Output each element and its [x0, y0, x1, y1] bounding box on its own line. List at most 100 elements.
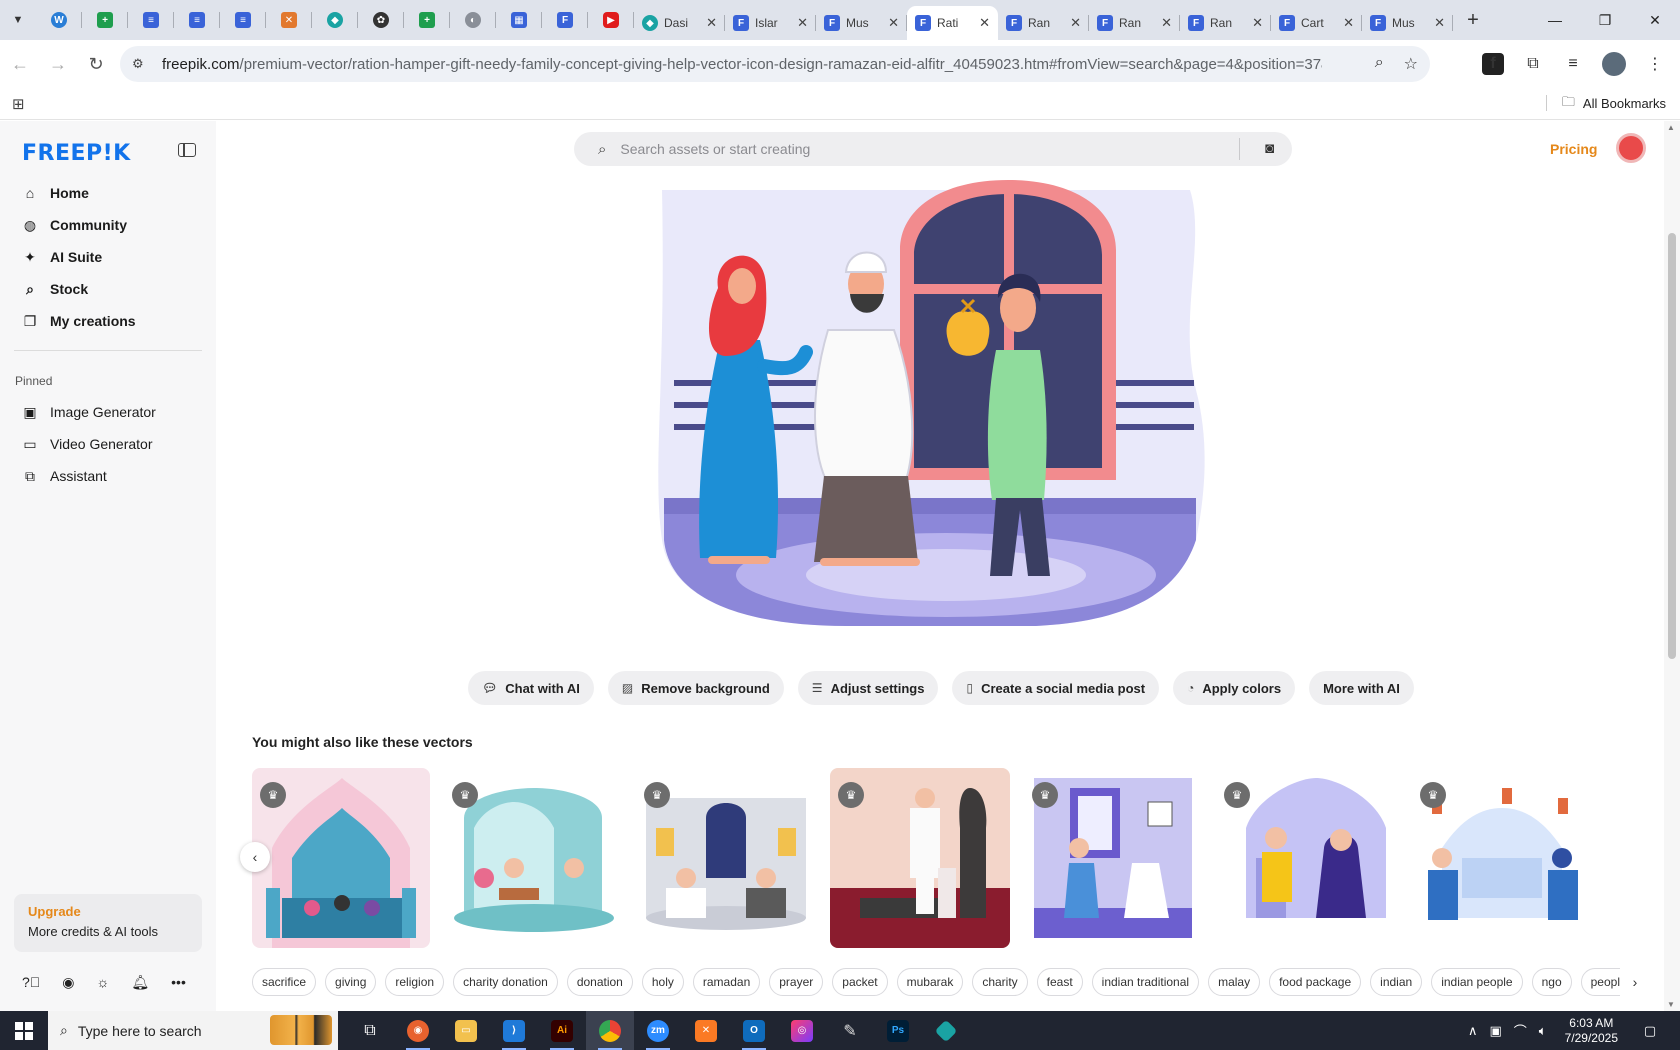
related-vector-thumbnail[interactable]: ♛ — [252, 768, 430, 948]
sidebar-item-home[interactable]: ⌂ Home — [0, 177, 216, 209]
browser-tab[interactable]: F Ran ✕ — [998, 6, 1089, 40]
browser-tab[interactable]: ◆ Dasi ✕ — [634, 6, 725, 40]
tag-chip[interactable]: food package — [1269, 968, 1362, 996]
zoom-icon[interactable]: ⌕ — [1375, 54, 1384, 74]
search-bar[interactable]: ⌕ ◙ — [574, 132, 1292, 166]
tag-chip[interactable]: charity — [972, 968, 1028, 996]
related-vector-thumbnail[interactable]: ♛ — [1216, 768, 1398, 948]
restore-icon[interactable]: ❐ — [1580, 0, 1630, 40]
browser-tab-active[interactable]: F Rati ✕ — [907, 6, 998, 40]
taskbar-app-zoom[interactable]: zm — [634, 1011, 682, 1050]
tray-overflow-icon[interactable]: ∧ — [1468, 1023, 1478, 1039]
adjust-settings-button[interactable]: ☰ Adjust settings — [797, 671, 939, 705]
tab-close-icon[interactable]: ✕ — [706, 15, 717, 31]
tag-chip[interactable]: ramadan — [692, 968, 761, 996]
tag-chip[interactable]: indian people — [1431, 968, 1523, 996]
collapse-sidebar-icon[interactable] — [178, 143, 196, 157]
tag-chip[interactable]: malay — [1208, 968, 1261, 996]
browser-tab[interactable]: F Islar ✕ — [725, 6, 816, 40]
user-avatar[interactable] — [1616, 133, 1646, 163]
wifi-icon[interactable]: ⌒ — [1514, 1021, 1527, 1040]
pinned-tab[interactable]: ▦ — [496, 0, 542, 40]
related-vector-thumbnail[interactable]: ♛ — [636, 768, 816, 948]
more-options-icon[interactable]: ••• — [171, 974, 186, 990]
tab-close-icon[interactable]: ✕ — [1343, 15, 1354, 31]
camera-search-icon[interactable]: ◙ — [1265, 140, 1274, 157]
sidebar-item-assistant[interactable]: ⧉ Assistant — [0, 460, 216, 492]
tag-chip[interactable]: sacrifice — [252, 968, 317, 996]
freepik-logo[interactable]: FREEP!K — [22, 141, 131, 166]
remove-background-button[interactable]: ▨ Remove background — [607, 671, 784, 705]
taskbar-search-box[interactable]: ⌕ Type here to search — [48, 1011, 338, 1050]
tag-chip[interactable]: indian — [1370, 968, 1423, 996]
media-control-icon[interactable]: ≡ — [1562, 53, 1584, 75]
chat-with-ai-button[interactable]: 💬︎ Chat with AI — [468, 671, 594, 705]
tag-chip[interactable]: prayer — [769, 968, 824, 996]
tag-chip[interactable]: donation — [566, 968, 633, 996]
all-bookmarks-button[interactable]: 🗀 All Bookmarks — [1545, 93, 1666, 115]
tag-chip[interactable]: religion — [385, 968, 445, 996]
tags-next-button[interactable]: › — [1620, 968, 1650, 996]
more-with-ai-button[interactable]: More with AI — [1309, 671, 1414, 705]
pinned-tab[interactable]: ≡ — [128, 0, 174, 40]
bookmark-star-icon[interactable]: ☆ — [1404, 54, 1418, 74]
browser-tab[interactable]: F Ran ✕ — [1089, 6, 1180, 40]
network-status-icon[interactable]: ▣ — [1489, 1023, 1501, 1039]
notification-center-icon[interactable]: ▢ — [1630, 1023, 1670, 1039]
minimize-icon[interactable]: — — [1530, 0, 1580, 40]
sidebar-item-community[interactable]: ◍ Community — [0, 209, 216, 241]
new-tab-button[interactable]: + — [1453, 0, 1493, 40]
create-social-post-button[interactable]: ▯ Create a social media post — [952, 671, 1160, 705]
task-view-button[interactable]: ⧉ — [346, 1011, 394, 1050]
chrome-menu-icon[interactable]: ⋮ — [1644, 53, 1666, 75]
tab-close-icon[interactable]: ✕ — [979, 15, 990, 31]
url-text[interactable]: freepik.com/premium-vector/ration-hamper… — [162, 56, 1322, 73]
discord-icon[interactable]: ◉ — [62, 974, 74, 991]
system-clock[interactable]: 6:03 AM 7/29/2025 — [1565, 1016, 1618, 1046]
pinned-tab[interactable]: ▶ — [588, 0, 634, 40]
browser-tab[interactable]: F Mus ✕ — [816, 6, 907, 40]
theme-toggle-icon[interactable]: ☼ — [97, 974, 110, 990]
profile-avatar[interactable] — [1602, 52, 1626, 76]
forward-icon[interactable]: → — [40, 46, 76, 82]
tab-close-icon[interactable]: ✕ — [888, 15, 899, 31]
related-vector-thumbnail[interactable]: ♛ — [444, 768, 622, 948]
tab-close-icon[interactable]: ✕ — [1070, 15, 1081, 31]
browser-tab[interactable]: F Cart ✕ — [1271, 6, 1362, 40]
page-scrollbar[interactable]: ▲ ▼ — [1664, 121, 1680, 1011]
upgrade-card[interactable]: Upgrade More credits & AI tools — [14, 894, 202, 952]
taskbar-app-other[interactable] — [922, 1011, 970, 1050]
pinned-tab[interactable]: ✿ — [358, 0, 404, 40]
pinned-tab[interactable]: ◆ — [312, 0, 358, 40]
tab-close-icon[interactable]: ✕ — [1161, 15, 1172, 31]
pinned-tab[interactable]: ✕ — [266, 0, 312, 40]
pinned-tab[interactable]: + — [404, 0, 450, 40]
related-vector-thumbnail[interactable]: ♛ — [830, 768, 1010, 948]
sidebar-item-ai-suite[interactable]: ✦ AI Suite — [0, 241, 216, 273]
close-window-icon[interactable]: ✕ — [1630, 0, 1680, 40]
help-icon[interactable]: ?⃝ — [22, 974, 40, 990]
taskbar-app-creative-cloud[interactable]: ◎ — [778, 1011, 826, 1050]
pinned-tab[interactable]: ◐ — [450, 0, 496, 40]
scroll-down-icon[interactable]: ▼ — [1667, 1000, 1675, 1009]
start-button[interactable] — [0, 1011, 48, 1050]
pinned-tab[interactable]: ≡ — [220, 0, 266, 40]
pinned-tab[interactable]: W — [36, 0, 82, 40]
back-icon[interactable]: ← — [2, 46, 38, 82]
tab-close-icon[interactable]: ✕ — [797, 15, 808, 31]
tag-chip[interactable]: feast — [1036, 968, 1083, 996]
address-bar[interactable]: ⚙ freepik.com/premium-vector/ration-hamp… — [120, 46, 1430, 82]
taskbar-app-vscode[interactable]: ⟩ — [490, 1011, 538, 1050]
tag-chip[interactable]: ngo — [1531, 968, 1572, 996]
sidebar-item-stock[interactable]: ⌕ Stock — [0, 273, 216, 305]
browser-tab[interactable]: F Ran ✕ — [1180, 6, 1271, 40]
taskbar-app-explorer[interactable]: ▭ — [442, 1011, 490, 1050]
tab-close-icon[interactable]: ✕ — [1252, 15, 1263, 31]
notifications-bell-icon[interactable]: 🔔︎ — [131, 974, 149, 991]
browser-tab[interactable]: F Mus ✕ — [1362, 6, 1453, 40]
apply-colors-button[interactable]: ◔ Apply colors — [1173, 671, 1296, 705]
sidebar-item-image-generator[interactable]: ▣ Image Generator — [0, 396, 216, 428]
pinned-tab[interactable]: + — [82, 0, 128, 40]
extension-f-icon[interactable]: f — [1482, 53, 1504, 75]
related-vector-thumbnail[interactable]: ♛ — [1412, 768, 1588, 948]
